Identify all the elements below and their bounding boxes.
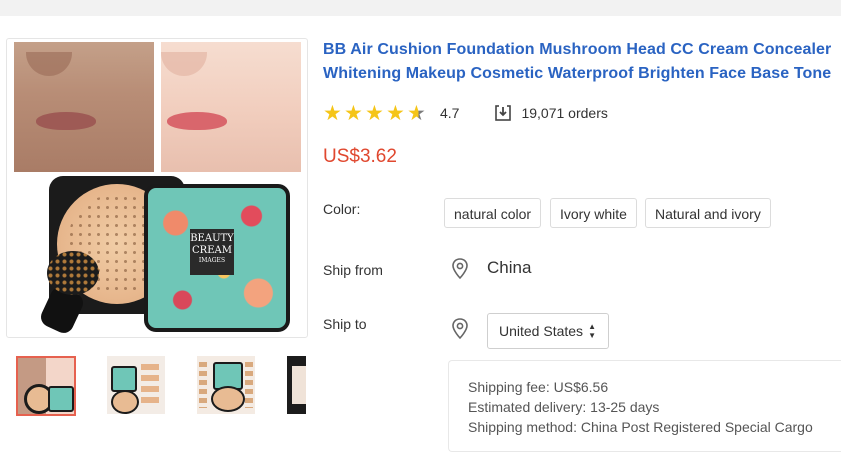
orders-count: 19,071 orders	[521, 105, 608, 121]
estimated-delivery: Estimated delivery: 13-25 days	[468, 399, 660, 415]
location-pin-icon	[451, 318, 469, 340]
top-strip	[0, 0, 841, 16]
ship-to-label: Ship to	[323, 316, 367, 332]
thumbnail-1[interactable]	[16, 356, 76, 416]
color-option-natural-and-ivory[interactable]: Natural and ivory	[645, 198, 771, 228]
orders-download-icon	[495, 105, 512, 121]
main-product-image[interactable]: BEAUTY CREAM IMAGES	[6, 38, 308, 338]
ship-to-selected-value: United States	[499, 323, 584, 339]
after-face-image	[161, 42, 301, 172]
ship-from-label: Ship from	[323, 262, 383, 278]
thumbnail-3[interactable]	[197, 356, 255, 414]
star-icon: ★	[365, 101, 384, 125]
thumbnail-2[interactable]	[107, 356, 165, 414]
mushroom-puff-image	[47, 251, 99, 295]
color-option-ivory-white[interactable]: Ivory white	[550, 198, 637, 228]
ship-to-select[interactable]: United States ▲ ▼	[487, 313, 609, 349]
shipping-method: Shipping method: China Post Registered S…	[468, 419, 813, 435]
select-caret-icon: ▲ ▼	[588, 322, 596, 341]
shipping-fee: Shipping fee: US$6.56	[468, 379, 609, 395]
product-price: US$3.62	[323, 146, 397, 167]
location-pin-icon	[451, 258, 469, 280]
color-option-natural-color[interactable]: natural color	[444, 198, 542, 228]
ship-from-value: China	[487, 258, 532, 277]
shipping-info-panel: Shipping fee: US$6.56 Estimated delivery…	[448, 360, 841, 452]
star-icon: ★	[323, 101, 342, 125]
star-icon: ★	[344, 101, 363, 125]
before-face-image	[14, 42, 154, 172]
rating-value: 4.7	[440, 105, 460, 121]
brand-logo: BEAUTY CREAM IMAGES	[190, 229, 234, 275]
rating-stars[interactable]: ★ ★ ★ ★ ★	[323, 103, 428, 124]
color-label: Color:	[323, 201, 361, 217]
product-title[interactable]: BB Air Cushion Foundation Mushroom Head …	[323, 38, 838, 86]
rating-row: ★ ★ ★ ★ ★ 4.7 19,071 orders	[323, 102, 608, 124]
thumbnail-4[interactable]	[287, 356, 306, 414]
star-icon: ★	[386, 101, 405, 125]
star-half-icon: ★	[407, 103, 428, 124]
